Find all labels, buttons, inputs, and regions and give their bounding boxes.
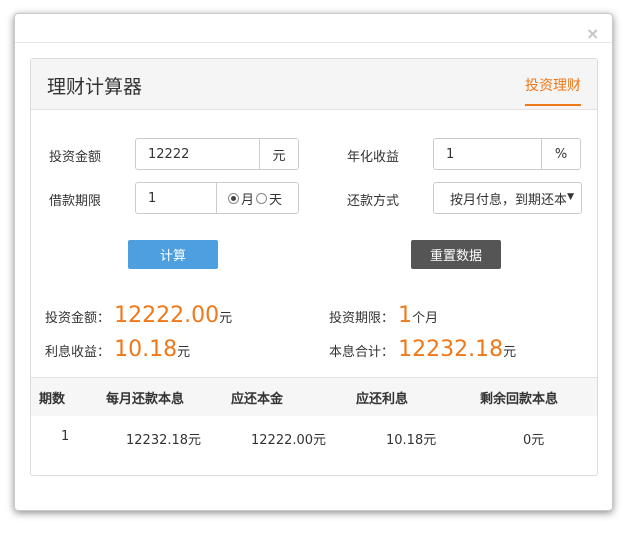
th-principal: 应还本金 [231,392,284,407]
reset-button[interactable]: 重置数据 [411,240,501,269]
term-unit-radios: 月 天 [216,183,298,213]
close-icon[interactable]: × [586,26,599,42]
result-amount: 投资金额： 12222.00元 [45,303,232,328]
result-total: 本息合计： 12232.18元 [329,337,516,362]
amount-input[interactable] [136,139,259,169]
result-interest-value: 10.18 [114,337,178,362]
table-header: 期数 每月还款本息 应还本金 应还利息 剩余回款本息 [31,378,597,416]
amount-label: 投资金额 [49,150,102,165]
td-monthly-payment: 12232.18元 [126,433,202,448]
result-period-value: 1 [398,303,413,328]
calculator-panel: 理财计算器 投资理财 投资金额 元 年化收益 % 借款期限 月 [30,58,598,476]
td-principal: 12222.00元 [251,433,327,448]
result-amount-unit: 元 [219,311,233,326]
result-period-unit: 个月 [412,311,439,326]
header-divider [15,42,612,43]
calculate-button[interactable]: 计算 [128,240,218,269]
panel-header: 理财计算器 投资理财 [31,59,597,110]
result-amount-label: 投资金额： [45,311,111,326]
result-total-unit: 元 [503,345,517,360]
th-remaining: 剩余回款本息 [480,392,559,407]
table-row: 1 12232.18元 12222.00元 10.18元 0元 [31,416,597,456]
panel-title: 理财计算器 [47,76,143,98]
radio-month-dot[interactable] [228,192,239,204]
repay-selected: 按月付息，到期还本 [450,192,566,208]
result-interest-label: 利息收益： [45,345,111,360]
repay-label: 还款方式 [347,194,400,209]
rate-unit: % [541,139,580,169]
rate-input[interactable] [434,139,541,169]
result-period: 投资期限： 1个月 [329,303,438,328]
radio-day-dot[interactable] [256,192,268,204]
calculator-dialog: × 理财计算器 投资理财 投资金额 元 年化收益 % 借款期限 月 [14,13,613,511]
result-amount-value: 12222.00 [114,303,220,328]
result-period-label: 投资期限： [329,311,395,326]
term-label: 借款期限 [49,194,102,209]
th-interest: 应还利息 [356,392,409,407]
radio-month-label: 月 [241,192,255,208]
radio-month[interactable]: 月 [228,189,254,208]
term-input[interactable] [136,183,216,213]
chevron-down-icon: ▼ [567,192,574,202]
td-interest: 10.18元 [386,433,437,448]
repay-select[interactable]: 按月付息，到期还本 ▼ [433,182,582,214]
result-total-value: 12232.18 [398,337,504,362]
amount-field: 元 [135,138,299,170]
radio-day-label: 天 [269,192,283,208]
result-total-label: 本息合计： [329,345,395,360]
rate-label: 年化收益 [347,150,400,165]
rate-field: % [433,138,581,170]
td-remaining: 0元 [523,433,545,448]
result-interest: 利息收益： 10.18元 [45,337,190,362]
th-period: 期数 [39,392,66,407]
td-period: 1 [61,429,70,444]
result-interest-unit: 元 [177,345,191,360]
th-monthly-payment: 每月还款本息 [106,392,185,407]
tab-investment[interactable]: 投资理财 [525,75,581,106]
radio-day[interactable]: 天 [256,189,282,208]
term-field: 月 天 [135,182,299,214]
amount-unit: 元 [259,139,298,169]
